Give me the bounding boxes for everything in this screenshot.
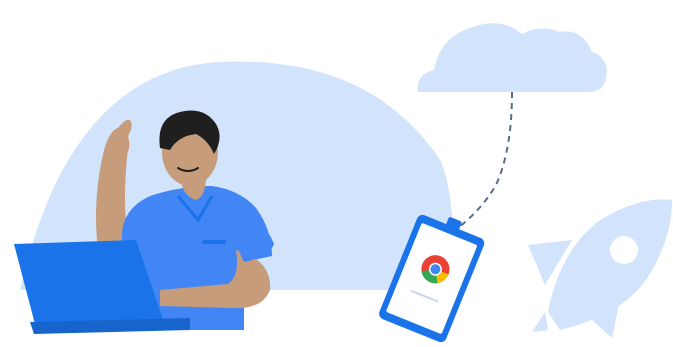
illustration	[14, 23, 672, 343]
connection-dashed-line	[454, 91, 513, 231]
cloud-icon	[417, 23, 607, 93]
rocket-icon	[528, 199, 672, 338]
